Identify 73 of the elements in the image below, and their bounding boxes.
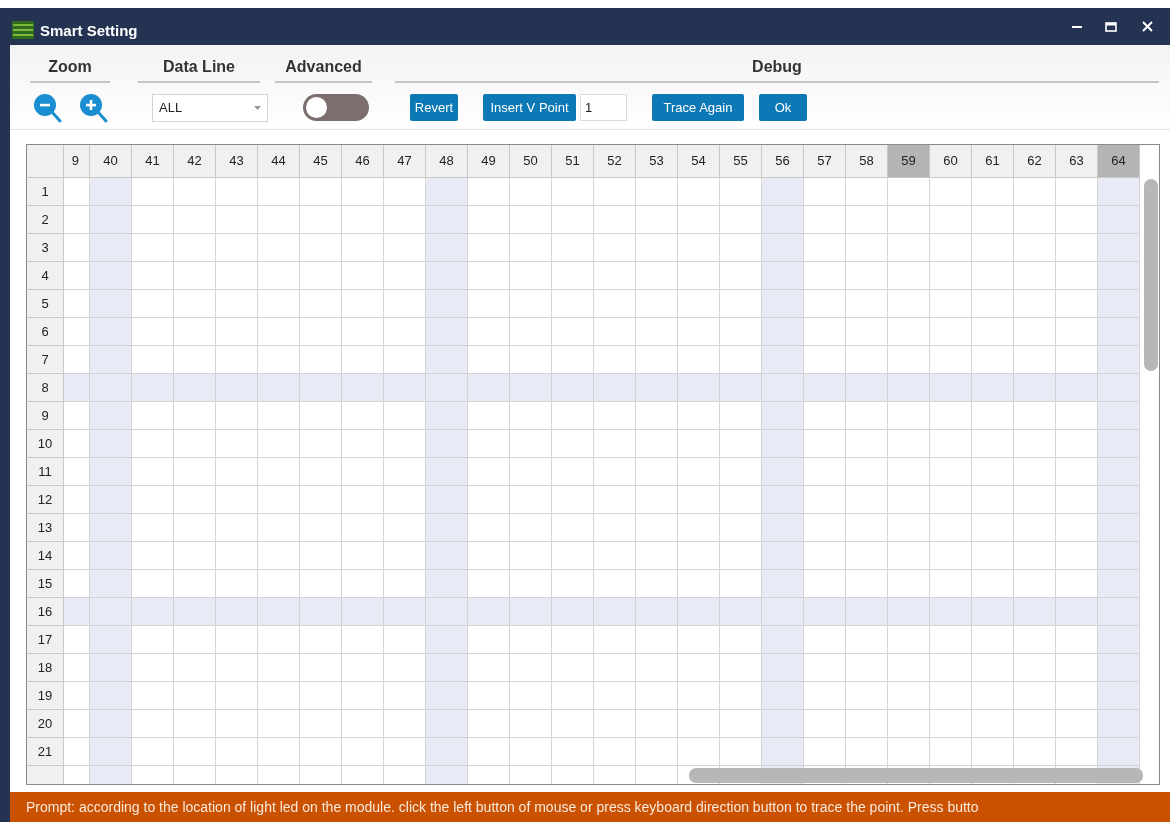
row-header: 2 xyxy=(27,206,64,234)
column-header: 40 xyxy=(90,145,132,178)
zoom-out-icon xyxy=(33,93,63,123)
column-header: 49 xyxy=(468,145,510,178)
column-header: 56 xyxy=(762,145,804,178)
action-button[interactable]: Revert xyxy=(410,94,458,121)
action-button[interactable]: Trace Again xyxy=(652,94,744,121)
row-header: 1 xyxy=(27,178,64,206)
column-header: 43 xyxy=(216,145,258,178)
column-header: 63 xyxy=(1056,145,1098,178)
row-header: 15 xyxy=(27,570,64,598)
column-header: 61 xyxy=(972,145,1014,178)
row-header: 11 xyxy=(27,458,64,486)
header-corner xyxy=(27,145,64,178)
column-header: 58 xyxy=(846,145,888,178)
row-header: 20 xyxy=(27,710,64,738)
column-header: 57 xyxy=(804,145,846,178)
row-header: 9 xyxy=(27,402,64,430)
row-header: 17 xyxy=(27,626,64,654)
column-header: 53 xyxy=(636,145,678,178)
scrollbar-thumb[interactable] xyxy=(689,768,1143,783)
column-header: 55 xyxy=(720,145,762,178)
zoom-in-icon xyxy=(79,93,109,123)
row-header: 6 xyxy=(27,318,64,346)
row-header: 5 xyxy=(27,290,64,318)
zoom-out-button[interactable] xyxy=(33,93,63,123)
row-header: 8 xyxy=(27,374,64,402)
minimize-icon xyxy=(1072,25,1082,28)
column-header: 46 xyxy=(342,145,384,178)
section-heading: Advanced xyxy=(285,57,362,77)
status-message: Prompt: according to the location of light led on the module. click the left button of mouse or press keyboard direction button to trace the point. Press butto xyxy=(26,797,979,817)
column-header: 51 xyxy=(552,145,594,178)
point-count-field[interactable]: 1 xyxy=(580,94,627,121)
column-header: 45 xyxy=(300,145,342,178)
column-header: 44 xyxy=(258,145,300,178)
action-button[interactable]: Ok xyxy=(759,94,807,121)
row-header: 4 xyxy=(27,262,64,290)
data-line-dropdown[interactable]: ALL xyxy=(152,94,268,122)
row-header: 14 xyxy=(27,542,64,570)
row-header: 12 xyxy=(27,486,64,514)
app-icon xyxy=(12,20,34,39)
row-header: 18 xyxy=(27,654,64,682)
column-header: 59 xyxy=(888,145,930,178)
row-header: 19 xyxy=(27,682,64,710)
column-header: 42 xyxy=(174,145,216,178)
action-button[interactable]: Insert V Point xyxy=(483,94,576,121)
close-icon xyxy=(1141,21,1153,32)
row-header: 21 xyxy=(27,738,64,766)
scrollbar-thumb[interactable] xyxy=(1144,179,1158,371)
section-heading: Data Line xyxy=(163,57,235,77)
column-header: 41 xyxy=(132,145,174,178)
row-header: 13 xyxy=(27,514,64,542)
row-header: 16 xyxy=(27,598,64,626)
row-header xyxy=(27,766,64,784)
column-header: 48 xyxy=(426,145,468,178)
caret-icon xyxy=(254,106,261,110)
advanced-toggle[interactable] xyxy=(303,94,369,121)
column-header: 9 xyxy=(64,145,90,178)
section-heading: Debug xyxy=(752,57,802,77)
column-header: 64 xyxy=(1098,145,1140,178)
row-header: 10 xyxy=(27,430,64,458)
column-header: 60 xyxy=(930,145,972,178)
section-heading: Zoom xyxy=(48,57,92,77)
maximize-icon xyxy=(1105,21,1117,32)
window-title: Smart Setting xyxy=(40,21,138,42)
column-header: 47 xyxy=(384,145,426,178)
row-header: 7 xyxy=(27,346,64,374)
column-header: 50 xyxy=(510,145,552,178)
column-header: 54 xyxy=(678,145,720,178)
column-header: 62 xyxy=(1014,145,1056,178)
zoom-in-button[interactable] xyxy=(79,93,109,123)
row-header: 3 xyxy=(27,234,64,262)
column-header: 52 xyxy=(594,145,636,178)
